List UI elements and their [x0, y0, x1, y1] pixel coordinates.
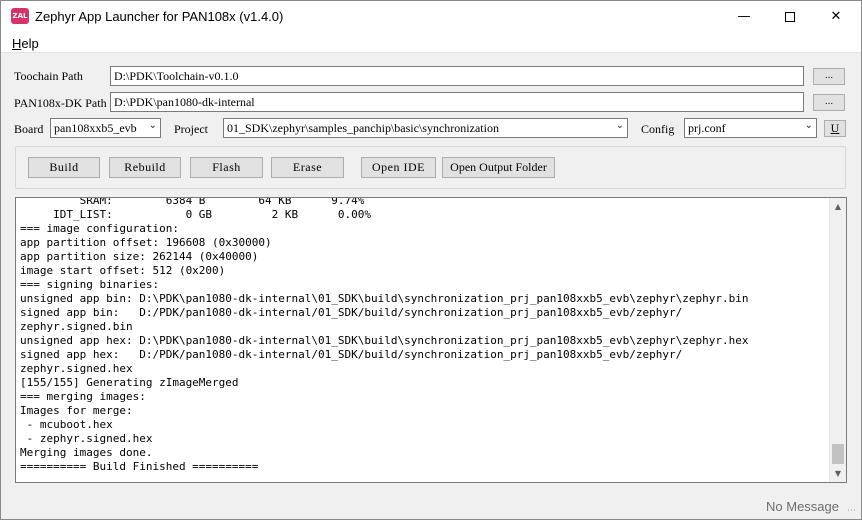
- config-select[interactable]: prj.conf ⌄: [684, 118, 817, 138]
- console-line: image start offset: 512 (0x200): [20, 264, 226, 277]
- chevron-down-icon: ⌄: [804, 120, 813, 131]
- maximize-button[interactable]: [767, 1, 813, 32]
- console-line: signed app bin: D:/PDK/pan1080-dk-intern…: [20, 306, 683, 319]
- title-bar: ZAL Zephyr App Launcher for PAN108x (v1.…: [1, 1, 861, 32]
- console-line: unsigned app hex: D:\PDK\pan1080-dk-inte…: [20, 334, 749, 347]
- app-logo-icon: ZAL: [11, 8, 29, 24]
- project-select[interactable]: 01_SDK\zephyr\samples_panchip\basic\sync…: [223, 118, 628, 138]
- close-button[interactable]: ✕: [813, 1, 859, 32]
- board-select-value: pan108xxb5_evb: [54, 121, 137, 135]
- console-line: zephyr.signed.bin: [20, 320, 133, 333]
- console-line: - zephyr.signed.hex: [20, 432, 153, 445]
- console-line: unsigned app bin: D:\PDK\pan1080-dk-inte…: [20, 292, 749, 305]
- minimize-icon: —: [737, 9, 751, 24]
- maximize-icon: [785, 11, 795, 22]
- erase-button[interactable]: Erase: [271, 157, 344, 178]
- output-console[interactable]: SRAM: 6384 B 64 KB 9.74% IDT_LIST: 0 GB …: [15, 197, 847, 483]
- flash-button[interactable]: Flash: [190, 157, 263, 178]
- minimize-button[interactable]: —: [721, 1, 767, 32]
- scroll-down-icon[interactable]: ▼: [830, 465, 846, 482]
- open-output-folder-button[interactable]: Open Output Folder: [442, 157, 555, 178]
- console-line: app partition size: 262144 (0x40000): [20, 250, 259, 263]
- pdk-path-input[interactable]: D:\PDK\pan1080-dk-internal: [110, 92, 804, 112]
- close-icon: ✕: [830, 9, 842, 24]
- chevron-down-icon: ⌄: [148, 120, 157, 131]
- console-scrollbar[interactable]: ▲ ▼: [829, 198, 846, 482]
- console-line: === image configuration:: [20, 222, 179, 235]
- console-line: === signing binaries:: [20, 278, 160, 291]
- scroll-up-icon[interactable]: ▲: [830, 198, 846, 215]
- build-button[interactable]: Build: [28, 157, 100, 178]
- board-select[interactable]: pan108xxb5_evb ⌄: [50, 118, 161, 138]
- board-label: Board: [14, 122, 44, 136]
- console-line: Merging images done.: [20, 446, 153, 459]
- pdk-path-label: PAN108x-DK Path: [14, 96, 107, 110]
- console-line: signed app hex: D:/PDK/pan1080-dk-intern…: [20, 348, 683, 361]
- chevron-down-icon: ⌄: [615, 120, 624, 131]
- toolchain-path-input[interactable]: D:\PDK\Toolchain-v0.1.0: [110, 66, 804, 86]
- project-label: Project: [174, 122, 208, 136]
- config-update-button[interactable]: U: [824, 120, 846, 137]
- console-line: zephyr.signed.hex: [20, 362, 133, 375]
- menu-help-label: elp: [21, 36, 39, 51]
- console-line: ========== Build Finished ==========: [20, 460, 259, 473]
- app-window: ZAL Zephyr App Launcher for PAN108x (v1.…: [0, 0, 862, 520]
- console-line: Images for merge:: [20, 404, 133, 417]
- console-line: === merging images:: [20, 390, 146, 403]
- status-message: No Message: [766, 499, 839, 514]
- project-select-value: 01_SDK\zephyr\samples_panchip\basic\sync…: [227, 121, 499, 135]
- config-label: Config: [641, 122, 675, 136]
- menu-help[interactable]: Help: [12, 36, 39, 51]
- toolchain-path-label: Toochain Path: [14, 69, 83, 83]
- console-line: [155/155] Generating zImageMerged: [20, 376, 239, 389]
- window-title: Zephyr App Launcher for PAN108x (v1.4.0): [35, 9, 284, 24]
- console-line: app partition offset: 196608 (0x30000): [20, 236, 272, 249]
- menu-help-accel: H: [12, 36, 22, 51]
- resize-grip-icon[interactable]: ⋯: [847, 505, 859, 517]
- scrollbar-thumb[interactable]: [832, 444, 844, 464]
- console-line: IDT_LIST: 0 GB 2 KB 0.00%: [20, 208, 371, 221]
- status-bar: No Message ⋯: [1, 494, 861, 519]
- menu-bar: Help: [1, 32, 861, 53]
- console-line: SRAM: 6384 B 64 KB 9.74%: [20, 197, 365, 207]
- toolchain-browse-button[interactable]: ...: [813, 68, 845, 85]
- config-select-value: prj.conf: [688, 121, 726, 135]
- console-log-text: SRAM: 6384 B 64 KB 9.74% IDT_LIST: 0 GB …: [20, 197, 828, 474]
- pdk-browse-button[interactable]: ...: [813, 94, 845, 111]
- rebuild-button[interactable]: Rebuild: [109, 157, 181, 178]
- console-line: - mcuboot.hex: [20, 418, 113, 431]
- open-ide-button[interactable]: Open IDE: [361, 157, 436, 178]
